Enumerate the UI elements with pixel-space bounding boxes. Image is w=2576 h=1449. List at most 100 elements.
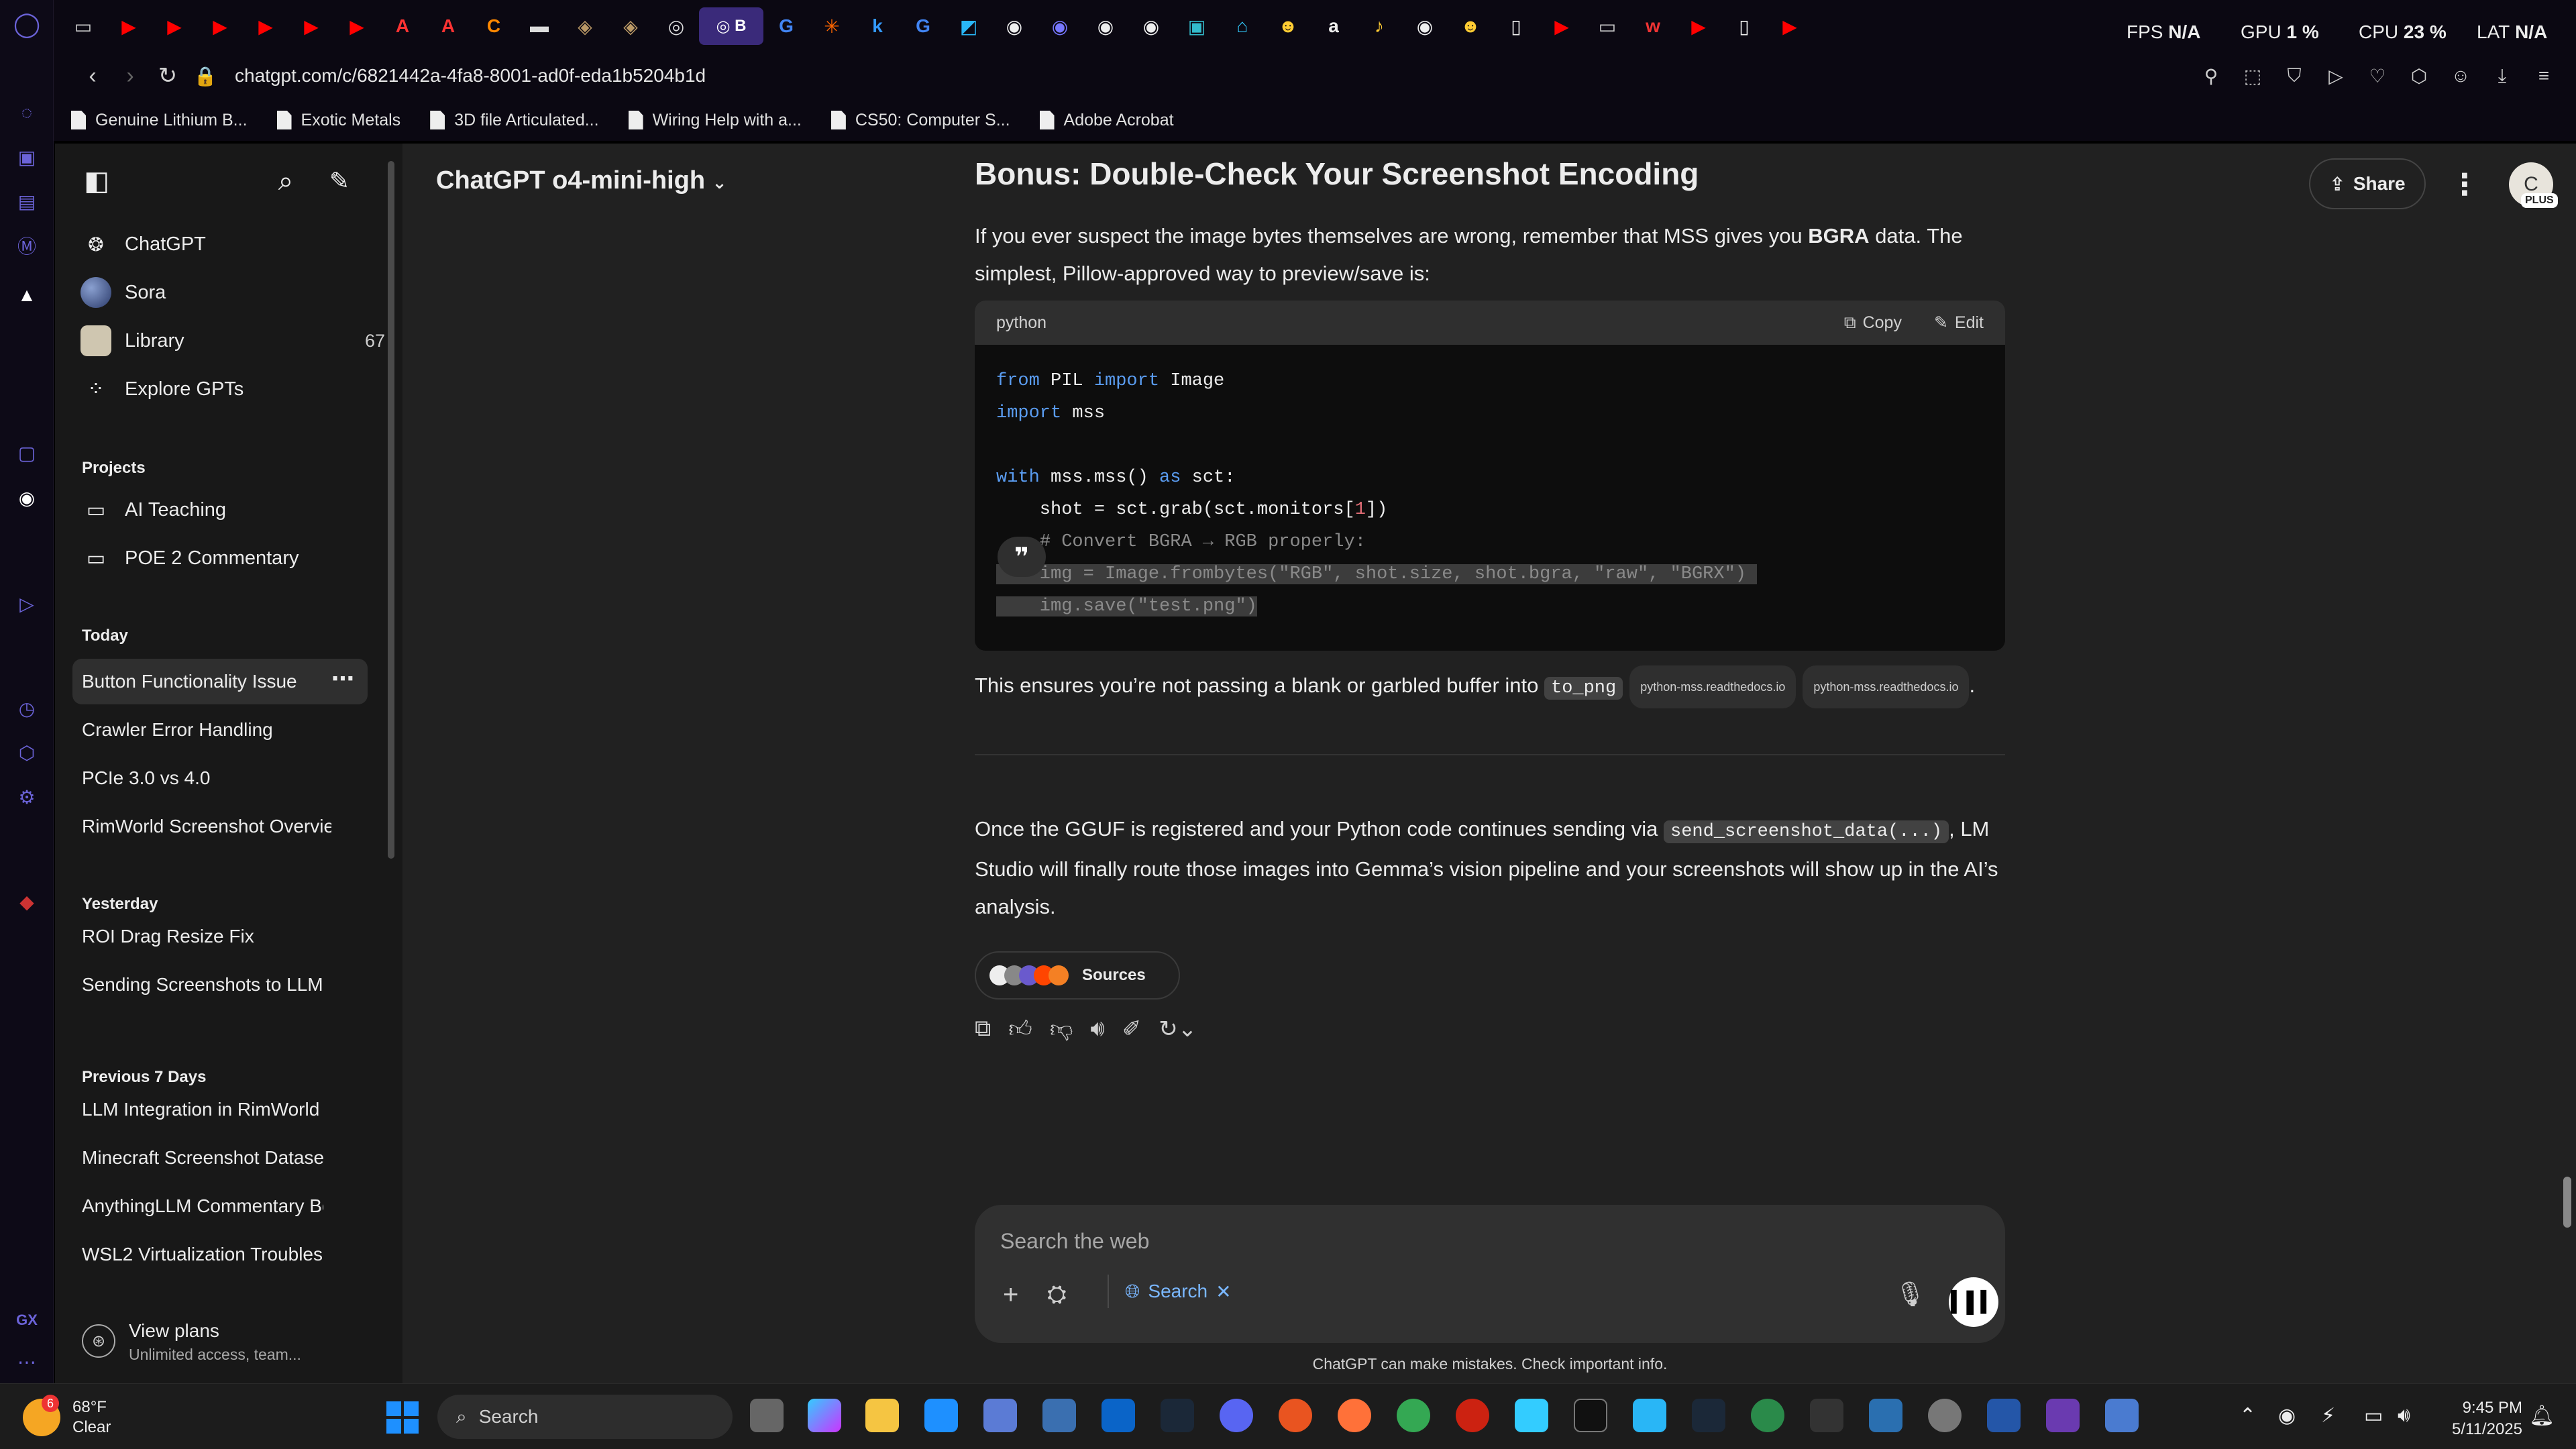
copy-icon[interactable]: ⧉ (975, 1016, 991, 1043)
steam-tray-icon[interactable]: ◉ (2278, 1404, 2296, 1428)
clock[interactable]: 9:45 PM 5/11/2025 (2435, 1397, 2522, 1440)
more-options-icon[interactable]: ⋮ (2450, 168, 2479, 202)
chat-options-icon[interactable]: ⋯ (331, 665, 354, 692)
tab-c-icon[interactable]: C (471, 7, 517, 45)
tab-site-icon[interactable]: ▭ (1585, 7, 1630, 45)
heart-icon[interactable]: ♡ (2359, 57, 2396, 95)
tab-chatgpt-active[interactable]: ◎ B (699, 7, 763, 45)
copy-code-button[interactable]: ⧉ Copy (1844, 313, 1902, 333)
crypto-wallet-icon[interactable]: ▣ (13, 144, 40, 170)
app-icon[interactable] (1633, 1399, 1666, 1432)
extensions-icon[interactable]: ⬡ (13, 739, 40, 766)
chat-item[interactable]: Crawler Error Handling (82, 716, 357, 743)
app-icon[interactable] (2046, 1399, 2080, 1432)
app-icon[interactable] (1042, 1399, 1076, 1432)
voice-mode-button[interactable]: ▍▌▍ (1949, 1277, 1998, 1327)
start-button[interactable] (386, 1401, 419, 1434)
tab-youtube-icon[interactable]: ▶ (1676, 7, 1721, 45)
chat-item[interactable]: AnythingLLM Commentary Bot (82, 1193, 323, 1220)
settings-icon[interactable]: ⚙ (13, 784, 40, 810)
messenger-icon[interactable]: Ⓜ (13, 232, 40, 259)
ublock-icon[interactable]: ◆ (13, 888, 40, 915)
more-icon[interactable]: ⋯ (13, 1348, 40, 1375)
copilot-icon[interactable] (808, 1399, 841, 1432)
plus-icon[interactable]: + (1003, 1280, 1018, 1310)
tab-youtube-icon[interactable]: ▶ (243, 7, 288, 45)
tab-youtube-icon[interactable]: ▶ (106, 7, 152, 45)
bookmark[interactable]: Exotic Metals (276, 111, 400, 130)
regenerate-icon[interactable]: ↻⌄ (1159, 1016, 1197, 1043)
chat-item[interactable]: LLM Integration in RimWorld (82, 1096, 323, 1123)
tab-site-icon[interactable]: ▣ (1174, 7, 1220, 45)
vscode-icon[interactable] (924, 1399, 958, 1432)
tab-site-icon[interactable]: ⌂ (1220, 7, 1265, 45)
chat-item[interactable]: Sending Screenshots to LLM (82, 971, 357, 998)
reload-icon[interactable]: ↻ (149, 57, 186, 95)
edit-code-button[interactable]: ✎ Edit (1934, 313, 1984, 333)
adblock-icon[interactable]: ⛉ (2275, 57, 2313, 95)
settings-icon[interactable] (1928, 1399, 1962, 1432)
chrome-icon[interactable] (1397, 1399, 1430, 1432)
gx-icon[interactable]: GX (13, 1307, 40, 1334)
app-icon[interactable] (1751, 1399, 1784, 1432)
view-plans-button[interactable]: ⊛ View plans Unlimited access, team... (55, 1307, 402, 1383)
steam-icon[interactable] (1692, 1399, 1725, 1432)
tab-site-icon[interactable]: w (1630, 7, 1676, 45)
player-icon[interactable]: ▤ (13, 188, 40, 215)
prompt-input[interactable]: Search the web (1000, 1229, 1149, 1254)
tab-site-icon[interactable]: ◈ (562, 7, 608, 45)
twitch-icon[interactable]: ▢ (13, 439, 40, 466)
sidebar-item-sora[interactable]: Sora (80, 271, 396, 314)
sidebar-item-explore-gpts[interactable]: ⁘ Explore GPTs (80, 368, 396, 411)
tab-github-icon[interactable]: ◉ (1128, 7, 1174, 45)
python-icon[interactable] (2105, 1399, 2139, 1432)
volume-icon[interactable]: 🔊︎ (2398, 1404, 2410, 1427)
tab-google-icon[interactable]: G (900, 7, 946, 45)
flow-icon[interactable]: ▷ (2317, 57, 2355, 95)
read-aloud-icon[interactable]: 🔊︎ (1090, 1016, 1104, 1043)
chat-item[interactable]: ROI Drag Resize Fix (82, 923, 357, 950)
share-button[interactable]: ⇪ Share (2309, 158, 2426, 209)
back-icon[interactable]: ‹ (74, 57, 111, 95)
play-icon[interactable]: ▷ (13, 590, 40, 617)
sidebar-item-library[interactable]: Library 67 (80, 319, 396, 362)
chat-item[interactable]: PCIe 3.0 vs 4.0 (82, 765, 357, 792)
tools-icon[interactable]: ⛭ (1047, 1280, 1067, 1309)
outlook-icon[interactable] (1102, 1399, 1135, 1432)
new-chat-icon[interactable]: ✎ (322, 164, 357, 199)
address-bar[interactable]: chatgpt.com/c/6821442a-4fa8-8001-ad0f-ed… (235, 65, 706, 87)
notification-bell-icon[interactable]: 🔔︎ (2529, 1404, 2555, 1428)
tab-github-icon[interactable]: ◉ (1402, 7, 1448, 45)
main-scrollbar[interactable] (2563, 1177, 2571, 1228)
menu-icon[interactable]: ≡ (2525, 57, 2563, 95)
tab-doc-icon[interactable]: ▯ (1721, 7, 1767, 45)
powershell-icon[interactable] (1987, 1399, 2021, 1432)
tab-claude-icon[interactable]: ✳ (809, 7, 855, 45)
tab-google-icon[interactable]: G (763, 7, 809, 45)
bookmark[interactable]: Genuine Lithium B... (71, 111, 248, 130)
search-toggle[interactable]: 🌐︎ Search ✕ (1108, 1275, 1232, 1308)
snapshot-icon[interactable]: ⬚ (2234, 57, 2271, 95)
tab-site-icon[interactable]: ◎ (653, 7, 699, 45)
tab-doc-icon[interactable]: ▯ (1493, 7, 1539, 45)
app-icon[interactable]: ▲ (13, 282, 40, 309)
ubuntu-icon[interactable] (1279, 1399, 1312, 1432)
pin-icon[interactable]: ⚲ (2192, 57, 2230, 95)
opera-logo-icon[interactable]: ◯ (13, 10, 40, 38)
tab-site-icon[interactable]: ♪ (1356, 7, 1402, 45)
bookmark[interactable]: CS50: Computer S... (830, 111, 1010, 130)
bookmark[interactable]: Wiring Help with a... (628, 111, 802, 130)
bookmark[interactable]: 3D file Articulated... (430, 111, 599, 130)
quote-selection-button[interactable]: ❞ (998, 537, 1046, 577)
project-item[interactable]: ▭ AI Teaching (80, 488, 396, 531)
terminal-icon[interactable] (1574, 1399, 1607, 1432)
sidebar-scrollbar[interactable] (388, 161, 394, 859)
tab-huggingface-icon[interactable]: ☻ (1265, 7, 1311, 45)
sidebar-item-chatgpt[interactable]: ❂ ChatGPT (80, 223, 396, 266)
microphone-icon[interactable]: 🎙︎ (1895, 1280, 1926, 1308)
forward-icon[interactable]: › (111, 57, 149, 95)
model-selector[interactable]: ChatGPT o4-mini-high ⌄ (436, 166, 727, 195)
close-icon[interactable]: ✕ (1216, 1281, 1231, 1303)
taskbar-search[interactable]: ⌕ Search (437, 1395, 733, 1439)
code-content[interactable]: from PIL import Image import mss with ms… (975, 345, 2005, 643)
